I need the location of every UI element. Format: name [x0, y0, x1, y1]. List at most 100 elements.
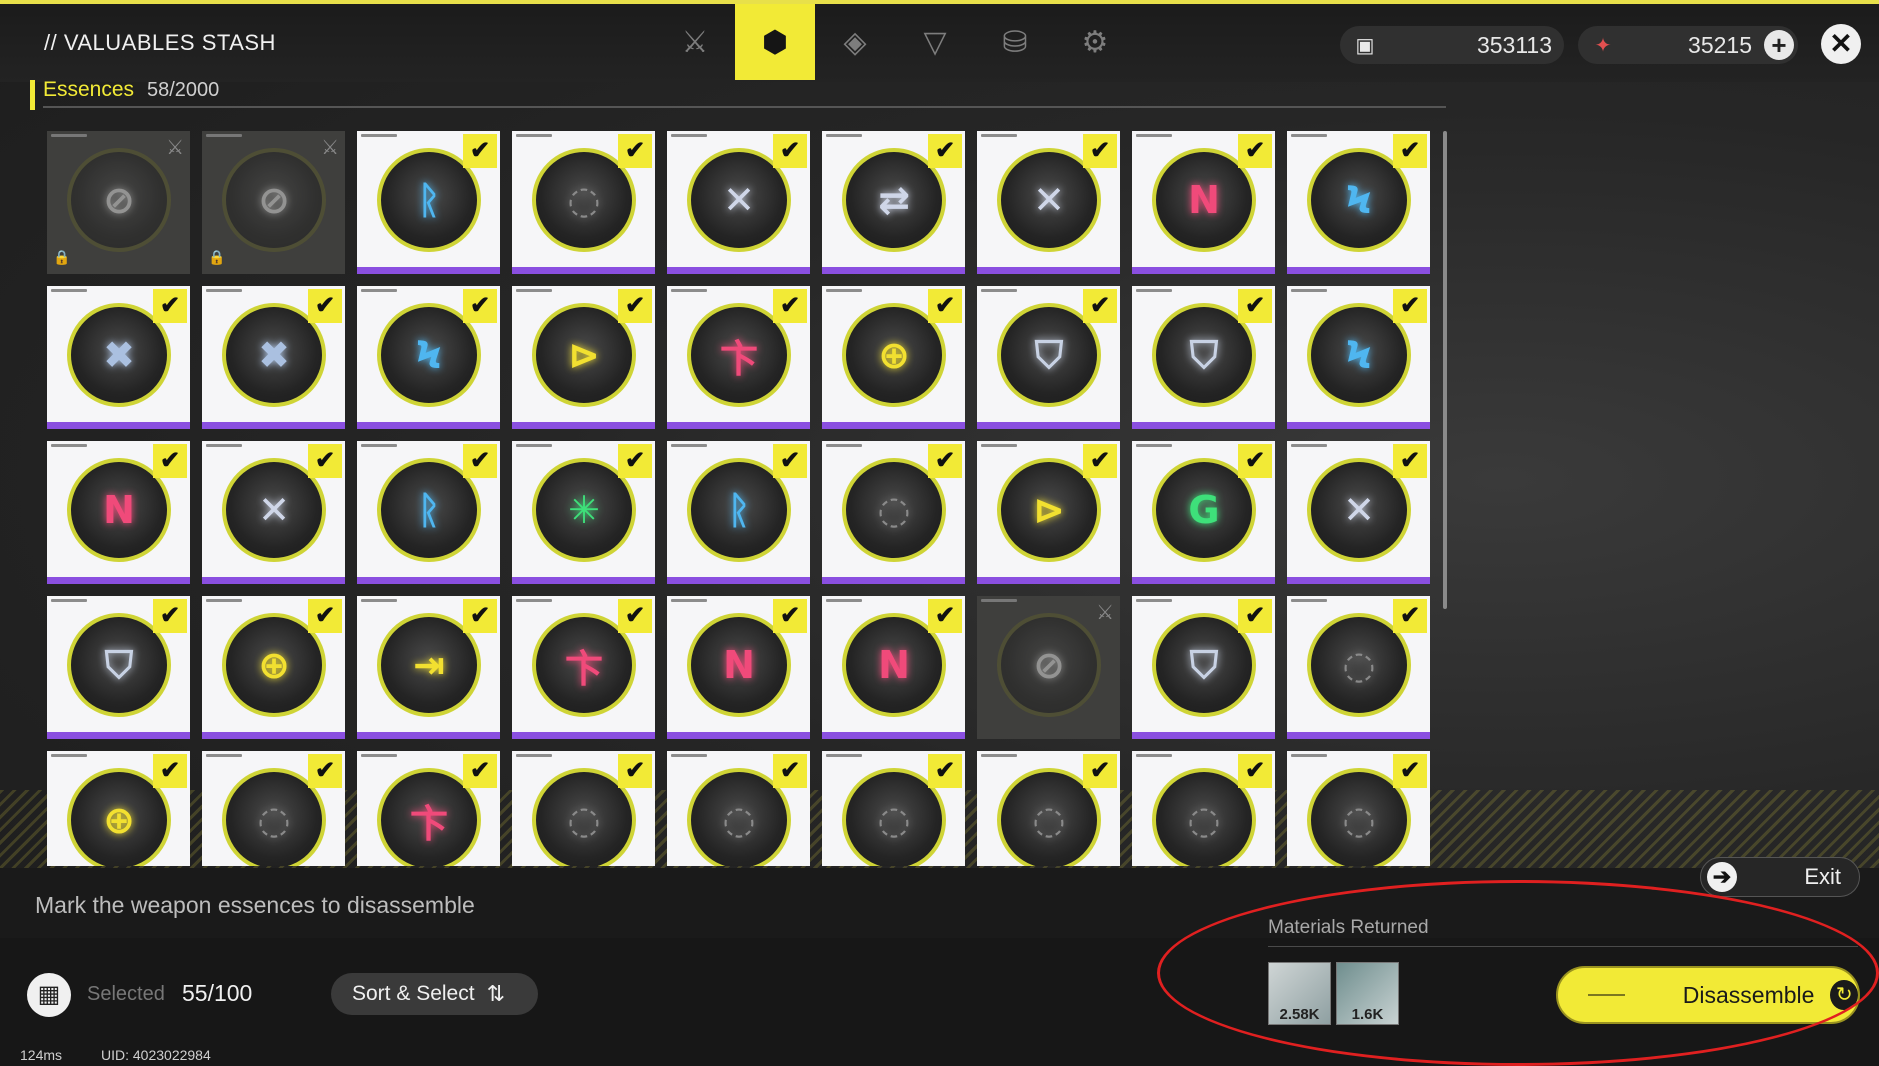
checkmark-icon[interactable]: ✔	[1393, 289, 1427, 323]
checkmark-icon[interactable]: ✔	[463, 754, 497, 788]
checkmark-icon[interactable]: ✔	[308, 754, 342, 788]
essence-card[interactable]: ✕ ✔	[1287, 441, 1430, 584]
checkmark-icon[interactable]: ✔	[1238, 754, 1272, 788]
grid-scrollbar[interactable]	[1443, 131, 1447, 609]
essence-card[interactable]: 卞 ✔	[357, 751, 500, 866]
checkmark-icon[interactable]: ✔	[463, 599, 497, 633]
essence-card[interactable]: ⊘ ⚔ 🔒	[202, 131, 345, 274]
essence-card[interactable]: N ✔	[822, 596, 965, 739]
checkmark-icon[interactable]: ✔	[773, 599, 807, 633]
tab-chest[interactable]: ⛁	[975, 4, 1055, 80]
essence-card[interactable]: ✖ ✔	[202, 286, 345, 429]
checkmark-icon[interactable]: ✔	[1393, 134, 1427, 168]
essence-card[interactable]: ◌ ✔	[667, 751, 810, 866]
checkmark-icon[interactable]: ✔	[308, 444, 342, 478]
essence-card[interactable]: N ✔	[47, 441, 190, 584]
checkmark-icon[interactable]: ✔	[928, 599, 962, 633]
essence-card[interactable]: ✖ ✔	[47, 286, 190, 429]
checkmark-icon[interactable]: ✔	[1238, 134, 1272, 168]
checkmark-icon[interactable]: ✔	[928, 444, 962, 478]
exit-arrow-icon: ➔	[1707, 862, 1737, 892]
essence-card[interactable]: ⛉ ✔	[977, 286, 1120, 429]
checkmark-icon[interactable]: ✔	[773, 134, 807, 168]
checkmark-icon[interactable]: ✔	[1083, 134, 1117, 168]
essence-card[interactable]: ⊘ ⚔	[977, 596, 1120, 739]
essence-card[interactable]: ⛉ ✔	[47, 596, 190, 739]
checkmark-icon[interactable]: ✔	[1083, 289, 1117, 323]
tab-triangle[interactable]: ▽	[895, 4, 975, 80]
checkmark-icon[interactable]: ✔	[1393, 599, 1427, 633]
tab-diamond[interactable]: ◈	[815, 4, 895, 80]
essence-card[interactable]: 卞 ✔	[667, 286, 810, 429]
essence-card[interactable]: ✳ ✔	[512, 441, 655, 584]
checkmark-icon[interactable]: ✔	[618, 599, 652, 633]
essence-card[interactable]: ⊕ ✔	[202, 596, 345, 739]
checkmark-icon[interactable]: ✔	[1393, 444, 1427, 478]
essence-card[interactable]: ◌ ✔	[1287, 751, 1430, 866]
essence-card[interactable]: ᚱ ✔	[667, 441, 810, 584]
essence-card[interactable]: ⊳ ✔	[977, 441, 1120, 584]
essence-card[interactable]: ⛉ ✔	[1132, 596, 1275, 739]
essence-card[interactable]: N ✔	[667, 596, 810, 739]
exit-button[interactable]: ➔ Exit	[1700, 857, 1860, 897]
checkmark-icon[interactable]: ✔	[463, 289, 497, 323]
essence-card[interactable]: ⊕ ✔	[822, 286, 965, 429]
essence-card[interactable]: ◌ ✔	[822, 751, 965, 866]
essence-card[interactable]: ⇄ ✔	[822, 131, 965, 274]
essence-card[interactable]: ⊘ ⚔ 🔒	[47, 131, 190, 274]
essence-card[interactable]: ✕ ✔	[667, 131, 810, 274]
essence-card[interactable]: Ϟ ✔	[1287, 131, 1430, 274]
essence-card[interactable]: G ✔	[1132, 441, 1275, 584]
essence-card[interactable]: ◌ ✔	[822, 441, 965, 584]
essence-card[interactable]: Ϟ ✔	[1287, 286, 1430, 429]
essence-card[interactable]: 卞 ✔	[512, 596, 655, 739]
essence-card[interactable]: ◌ ✔	[1287, 596, 1430, 739]
checkmark-icon[interactable]: ✔	[618, 289, 652, 323]
essence-card[interactable]: ✕ ✔	[202, 441, 345, 584]
checkmark-icon[interactable]: ✔	[1083, 444, 1117, 478]
essence-card[interactable]: ✕ ✔	[977, 131, 1120, 274]
selection-mode-icon[interactable]: ▦	[27, 973, 71, 1017]
essence-card[interactable]: ◌ ✔	[1132, 751, 1275, 866]
tab-cube[interactable]: ⬢	[735, 4, 815, 80]
checkmark-icon[interactable]: ✔	[618, 754, 652, 788]
checkmark-icon[interactable]: ✔	[308, 599, 342, 633]
checkmark-icon[interactable]: ✔	[928, 134, 962, 168]
checkmark-icon[interactable]: ✔	[153, 444, 187, 478]
checkmark-icon[interactable]: ✔	[463, 134, 497, 168]
checkmark-icon[interactable]: ✔	[153, 754, 187, 788]
checkmark-icon[interactable]: ✔	[618, 444, 652, 478]
essence-card[interactable]: ⊳ ✔	[512, 286, 655, 429]
essence-card[interactable]: ◌ ✔	[512, 131, 655, 274]
checkmark-icon[interactable]: ✔	[153, 599, 187, 633]
checkmark-icon[interactable]: ✔	[308, 289, 342, 323]
sort-select-button[interactable]: Sort & Select ⇅	[331, 973, 538, 1015]
checkmark-icon[interactable]: ✔	[928, 754, 962, 788]
essence-card[interactable]: N ✔	[1132, 131, 1275, 274]
checkmark-icon[interactable]: ✔	[1083, 754, 1117, 788]
checkmark-icon[interactable]: ✔	[928, 289, 962, 323]
checkmark-icon[interactable]: ✔	[773, 444, 807, 478]
essence-card[interactable]: ◌ ✔	[512, 751, 655, 866]
checkmark-icon[interactable]: ✔	[1238, 599, 1272, 633]
checkmark-icon[interactable]: ✔	[618, 134, 652, 168]
checkmark-icon[interactable]: ✔	[773, 289, 807, 323]
tab-gear[interactable]: ⚙	[1055, 4, 1135, 80]
checkmark-icon[interactable]: ✔	[773, 754, 807, 788]
plus-icon[interactable]: +	[1764, 30, 1794, 60]
essence-card[interactable]: ᚱ ✔	[357, 441, 500, 584]
essence-card[interactable]: ⇥ ✔	[357, 596, 500, 739]
checkmark-icon[interactable]: ✔	[1238, 444, 1272, 478]
tab-sword-slash[interactable]: ⚔	[655, 4, 735, 80]
essence-card[interactable]: ⛉ ✔	[1132, 286, 1275, 429]
checkmark-icon[interactable]: ✔	[1238, 289, 1272, 323]
checkmark-icon[interactable]: ✔	[1393, 754, 1427, 788]
essence-card[interactable]: ◌ ✔	[202, 751, 345, 866]
essence-card[interactable]: ᚱ ✔	[357, 131, 500, 274]
essence-card[interactable]: Ϟ ✔	[357, 286, 500, 429]
essence-card[interactable]: ◌ ✔	[977, 751, 1120, 866]
checkmark-icon[interactable]: ✔	[463, 444, 497, 478]
essence-card[interactable]: ⊕ ✔	[47, 751, 190, 866]
close-button[interactable]: ✕	[1821, 24, 1861, 64]
checkmark-icon[interactable]: ✔	[153, 289, 187, 323]
